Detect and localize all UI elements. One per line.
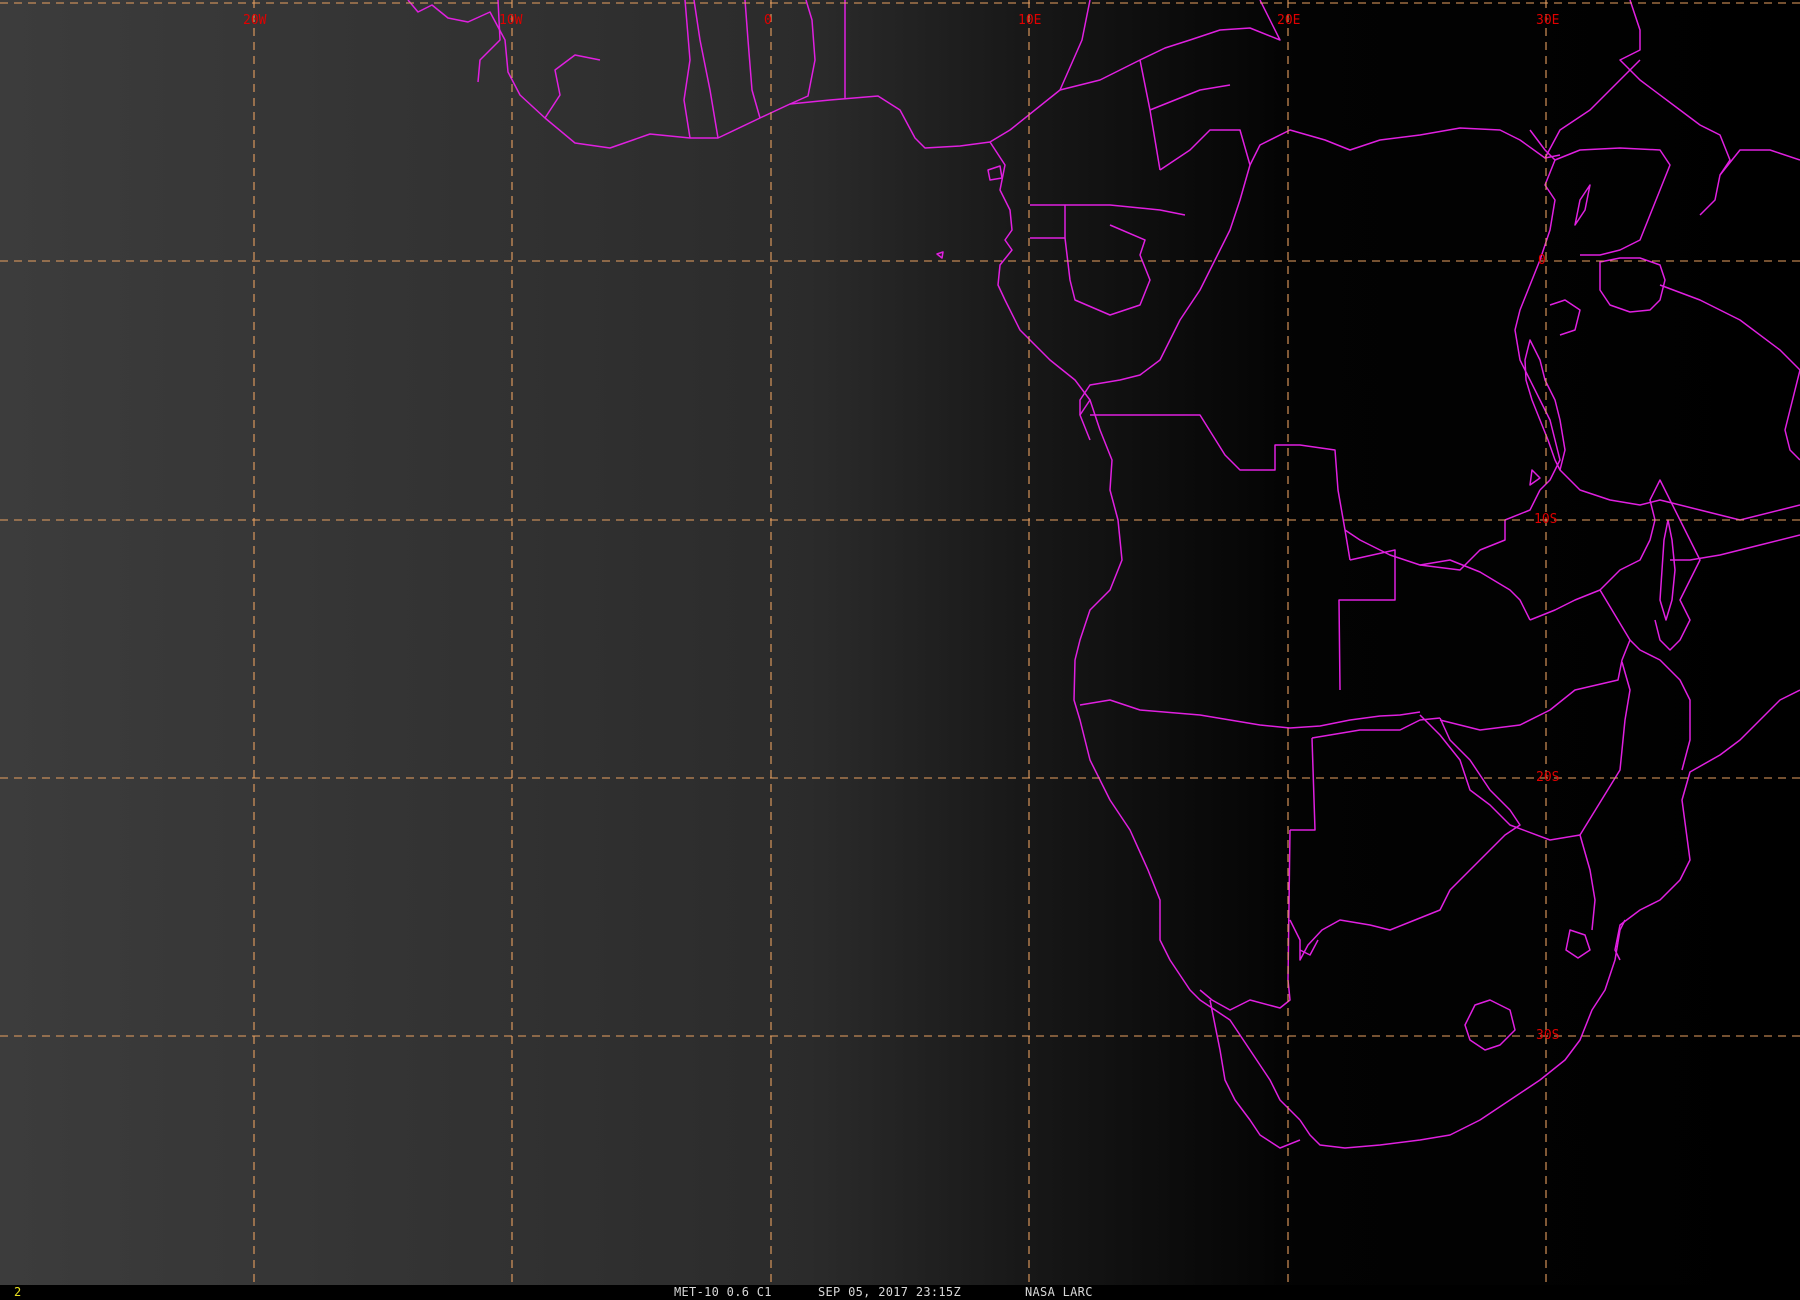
lat-label-30s: 30S: [1536, 1028, 1559, 1043]
organization-label: NASA LARC: [1025, 1285, 1093, 1299]
image-datetime: SEP 05, 2017 23:15Z: [818, 1285, 961, 1299]
status-bar: 2 MET-10 0.6 C1 SEP 05, 2017 23:15Z NASA…: [0, 1285, 1800, 1300]
satellite-channel-label: MET-10 0.6 C1: [674, 1285, 772, 1299]
satellite-map-view[interactable]: 20W 10W 0 10E 20E 30E 0 10S 20S 30S: [0, 0, 1800, 1300]
lon-label-10w: 10W: [499, 13, 523, 28]
map-canvas: 20W 10W 0 10E 20E 30E 0 10S 20S 30S: [0, 0, 1800, 1285]
lat-label-10s: 10S: [1534, 512, 1557, 527]
frame-number: 2: [14, 1285, 22, 1299]
lon-label-20e: 20E: [1277, 13, 1300, 28]
lat-label-20s: 20S: [1536, 770, 1559, 785]
imagery-background: [0, 0, 1800, 1285]
lon-label-0: 0: [764, 13, 772, 28]
lat-label-0: 0: [1538, 253, 1546, 268]
lon-label-30e: 30E: [1536, 13, 1559, 28]
lon-label-20w: 20W: [243, 13, 267, 28]
lon-label-10e: 10E: [1018, 13, 1041, 28]
